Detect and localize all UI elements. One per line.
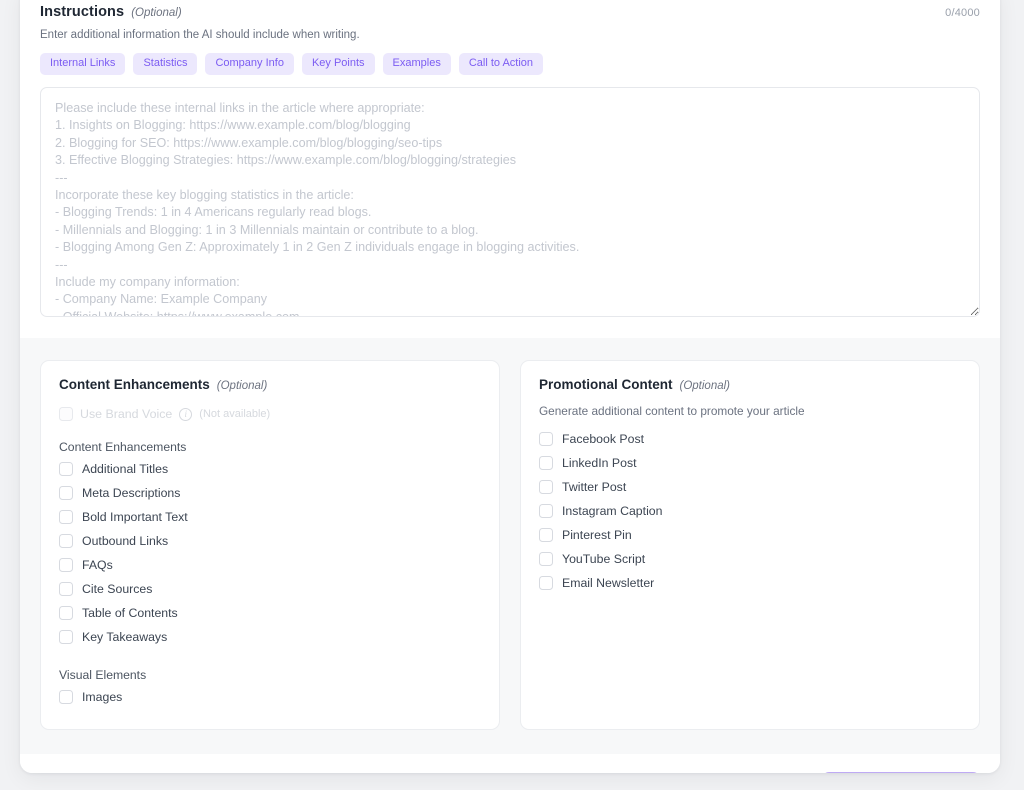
use-brand-voice-row: Use Brand Voice i (Not available) (59, 407, 481, 421)
promotional-content-optional-tag: (Optional) (679, 380, 731, 392)
meta-descriptions-checkbox[interactable] (59, 486, 73, 500)
linkedin-post-label: LinkedIn Post (562, 456, 637, 470)
pinterest-pin-checkbox[interactable] (539, 528, 553, 542)
instructions-section: Instructions (Optional) 0/4000 Enter add… (20, 0, 1000, 322)
content-enhancements-panel: Content Enhancements (Optional) Use Bran… (40, 360, 500, 730)
faqs-checkbox[interactable] (59, 558, 73, 572)
instructions-optional-tag: (Optional) (131, 7, 182, 19)
facebook-post-checkbox[interactable] (539, 432, 553, 446)
email-newsletter-checkbox[interactable] (539, 576, 553, 590)
promotional-content-list: Facebook Post LinkedIn Post Twitter Post… (539, 427, 961, 595)
linkedin-post-checkbox[interactable] (539, 456, 553, 470)
checkbox-youtube-script[interactable]: YouTube Script (539, 547, 961, 571)
writer-options-card: Instructions (Optional) 0/4000 Enter add… (20, 0, 1000, 773)
footer-action-bar: Reset Generate First Draft (20, 754, 1000, 773)
outbound-links-label: Outbound Links (82, 534, 169, 548)
page-title: Instructions (40, 4, 125, 20)
twitter-post-checkbox[interactable] (539, 480, 553, 494)
table-of-contents-checkbox[interactable] (59, 606, 73, 620)
outbound-links-checkbox[interactable] (59, 534, 73, 548)
key-takeaways-label: Key Takeaways (82, 630, 168, 644)
checkbox-meta-descriptions[interactable]: Meta Descriptions (59, 481, 481, 505)
options-panel-grid: Content Enhancements (Optional) Use Bran… (40, 360, 980, 730)
instructions-subtitle: Enter additional information the AI shou… (40, 29, 360, 41)
chip-examples[interactable]: Examples (382, 53, 451, 75)
content-enhancements-heading-row: Content Enhancements (Optional) (59, 377, 481, 392)
checkbox-cite-sources[interactable]: Cite Sources (59, 577, 481, 601)
visual-elements-group-label: Visual Elements (59, 668, 147, 682)
checkbox-key-takeaways[interactable]: Key Takeaways (59, 625, 481, 649)
chip-company-info[interactable]: Company Info (205, 53, 294, 75)
brand-voice-status: (Not available) (199, 408, 271, 420)
checkbox-email-newsletter[interactable]: Email Newsletter (539, 571, 961, 595)
content-enhancements-optional-tag: (Optional) (216, 380, 268, 392)
email-newsletter-label: Email Newsletter (562, 576, 655, 590)
visual-elements-list: Images (59, 685, 481, 709)
facebook-post-label: Facebook Post (562, 432, 645, 446)
table-of-contents-label: Table of Contents (82, 606, 178, 620)
bold-important-text-label: Bold Important Text (82, 510, 188, 524)
promotional-content-heading-row: Promotional Content (Optional) (539, 377, 961, 392)
images-checkbox[interactable] (59, 690, 73, 704)
twitter-post-label: Twitter Post (562, 480, 627, 494)
cite-sources-checkbox[interactable] (59, 582, 73, 596)
meta-descriptions-label: Meta Descriptions (82, 486, 181, 500)
generate-first-draft-button[interactable]: Generate First Draft (822, 772, 980, 773)
instagram-caption-label: Instagram Caption (562, 504, 663, 518)
bold-important-text-checkbox[interactable] (59, 510, 73, 524)
checkbox-instagram-caption[interactable]: Instagram Caption (539, 499, 961, 523)
key-takeaways-checkbox[interactable] (59, 630, 73, 644)
content-enhancements-title: Content Enhancements (59, 377, 210, 392)
checkbox-twitter-post[interactable]: Twitter Post (539, 475, 961, 499)
additional-titles-label: Additional Titles (82, 462, 169, 476)
checkbox-images[interactable]: Images (59, 685, 481, 709)
instructions-heading-row: Instructions (Optional) (40, 4, 182, 20)
faqs-label: FAQs (82, 558, 113, 572)
use-brand-voice-checkbox (59, 407, 73, 421)
instagram-caption-checkbox[interactable] (539, 504, 553, 518)
instruction-chip-row: Internal Links Statistics Company Info K… (40, 53, 980, 75)
checkbox-additional-titles[interactable]: Additional Titles (59, 457, 481, 481)
checkbox-facebook-post[interactable]: Facebook Post (539, 427, 961, 451)
chip-key-points[interactable]: Key Points (301, 53, 375, 75)
chip-statistics[interactable]: Statistics (133, 53, 198, 75)
use-brand-voice-label: Use Brand Voice (80, 407, 173, 421)
pinterest-pin-label: Pinterest Pin (562, 528, 632, 542)
content-enhancements-list: Additional Titles Meta Descriptions Bold… (59, 457, 481, 649)
checkbox-linkedin-post[interactable]: LinkedIn Post (539, 451, 961, 475)
info-icon: i (179, 407, 193, 421)
chip-call-to-action[interactable]: Call to Action (458, 53, 544, 75)
promotional-content-title: Promotional Content (539, 377, 673, 392)
additional-titles-checkbox[interactable] (59, 462, 73, 476)
checkbox-pinterest-pin[interactable]: Pinterest Pin (539, 523, 961, 547)
content-enhancements-group-label: Content Enhancements (59, 440, 187, 454)
youtube-script-label: YouTube Script (562, 552, 646, 566)
promotional-content-panel: Promotional Content (Optional) Generate … (520, 360, 980, 730)
instructions-header: Instructions (Optional) 0/4000 (40, 4, 980, 20)
checkbox-faqs[interactable]: FAQs (59, 553, 481, 577)
youtube-script-checkbox[interactable] (539, 552, 553, 566)
checkbox-table-of-contents[interactable]: Table of Contents (59, 601, 481, 625)
cite-sources-label: Cite Sources (82, 582, 153, 596)
character-counter: 0/4000 (945, 7, 980, 19)
instructions-textarea-wrap (40, 87, 980, 322)
images-label: Images (82, 690, 123, 704)
checkbox-outbound-links[interactable]: Outbound Links (59, 529, 481, 553)
promotional-content-subtitle: Generate additional content to promote y… (539, 404, 805, 418)
checkbox-bold-important-text[interactable]: Bold Important Text (59, 505, 481, 529)
options-band: Content Enhancements (Optional) Use Bran… (20, 338, 1000, 754)
chip-internal-links[interactable]: Internal Links (40, 53, 126, 75)
instructions-input[interactable] (40, 87, 980, 317)
